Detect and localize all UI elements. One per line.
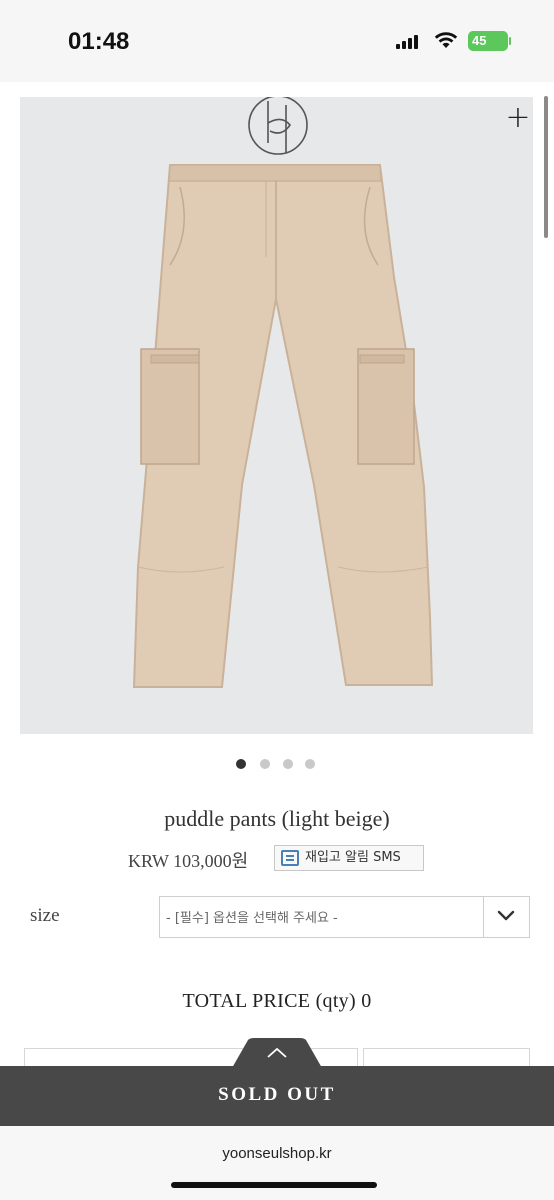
browser-address-bar[interactable] (0, 1126, 554, 1200)
cellular-signal-icon (396, 35, 422, 49)
gallery-dot-3[interactable] (283, 759, 293, 769)
gallery-dot-4[interactable] (305, 759, 315, 769)
size-label: size (30, 905, 60, 926)
scroll-top-tab[interactable] (232, 1038, 322, 1068)
browser-url[interactable]: yoonseulshop.kr (0, 1145, 554, 1162)
gallery-dot-1[interactable] (236, 759, 246, 769)
product-image[interactable] (20, 97, 533, 734)
status-bar: 01:48 45 (0, 0, 554, 82)
total-price: TOTAL PRICE (qty) 0 (182, 990, 372, 1012)
size-select[interactable]: - [필수] 옵션을 선택해 주세요 - (159, 896, 530, 938)
battery-level: 45 (472, 33, 487, 48)
status-time: 01:48 (68, 28, 130, 55)
restock-sms-button[interactable]: 재입고 알림 SMS (274, 845, 424, 871)
wifi-icon (434, 32, 458, 48)
cargo-pocket-right (357, 348, 415, 465)
battery-tip (509, 37, 511, 45)
product-name: puddle pants (light beige) (164, 806, 390, 831)
size-select-placeholder: - [필수] 옵션을 선택해 주세요 - (166, 911, 338, 926)
pants-illustration (132, 164, 434, 688)
sms-icon (281, 850, 299, 866)
brand-logo (248, 97, 308, 155)
page-scrollbar[interactable] (544, 96, 548, 238)
battery-indicator: 45 (468, 31, 511, 51)
zoom-plus-icon[interactable]: + (504, 103, 532, 133)
sold-out-label: SOLD OUT (218, 1084, 336, 1105)
home-indicator[interactable] (171, 1182, 377, 1188)
chevron-down-icon (497, 910, 515, 921)
cargo-pocket-left (140, 348, 200, 465)
gallery-dot-2[interactable] (260, 759, 270, 769)
restock-sms-label: 재입고 알림 SMS (305, 850, 401, 865)
select-arrow-button[interactable] (483, 897, 529, 937)
product-price: KRW 103,000원 (128, 851, 249, 871)
